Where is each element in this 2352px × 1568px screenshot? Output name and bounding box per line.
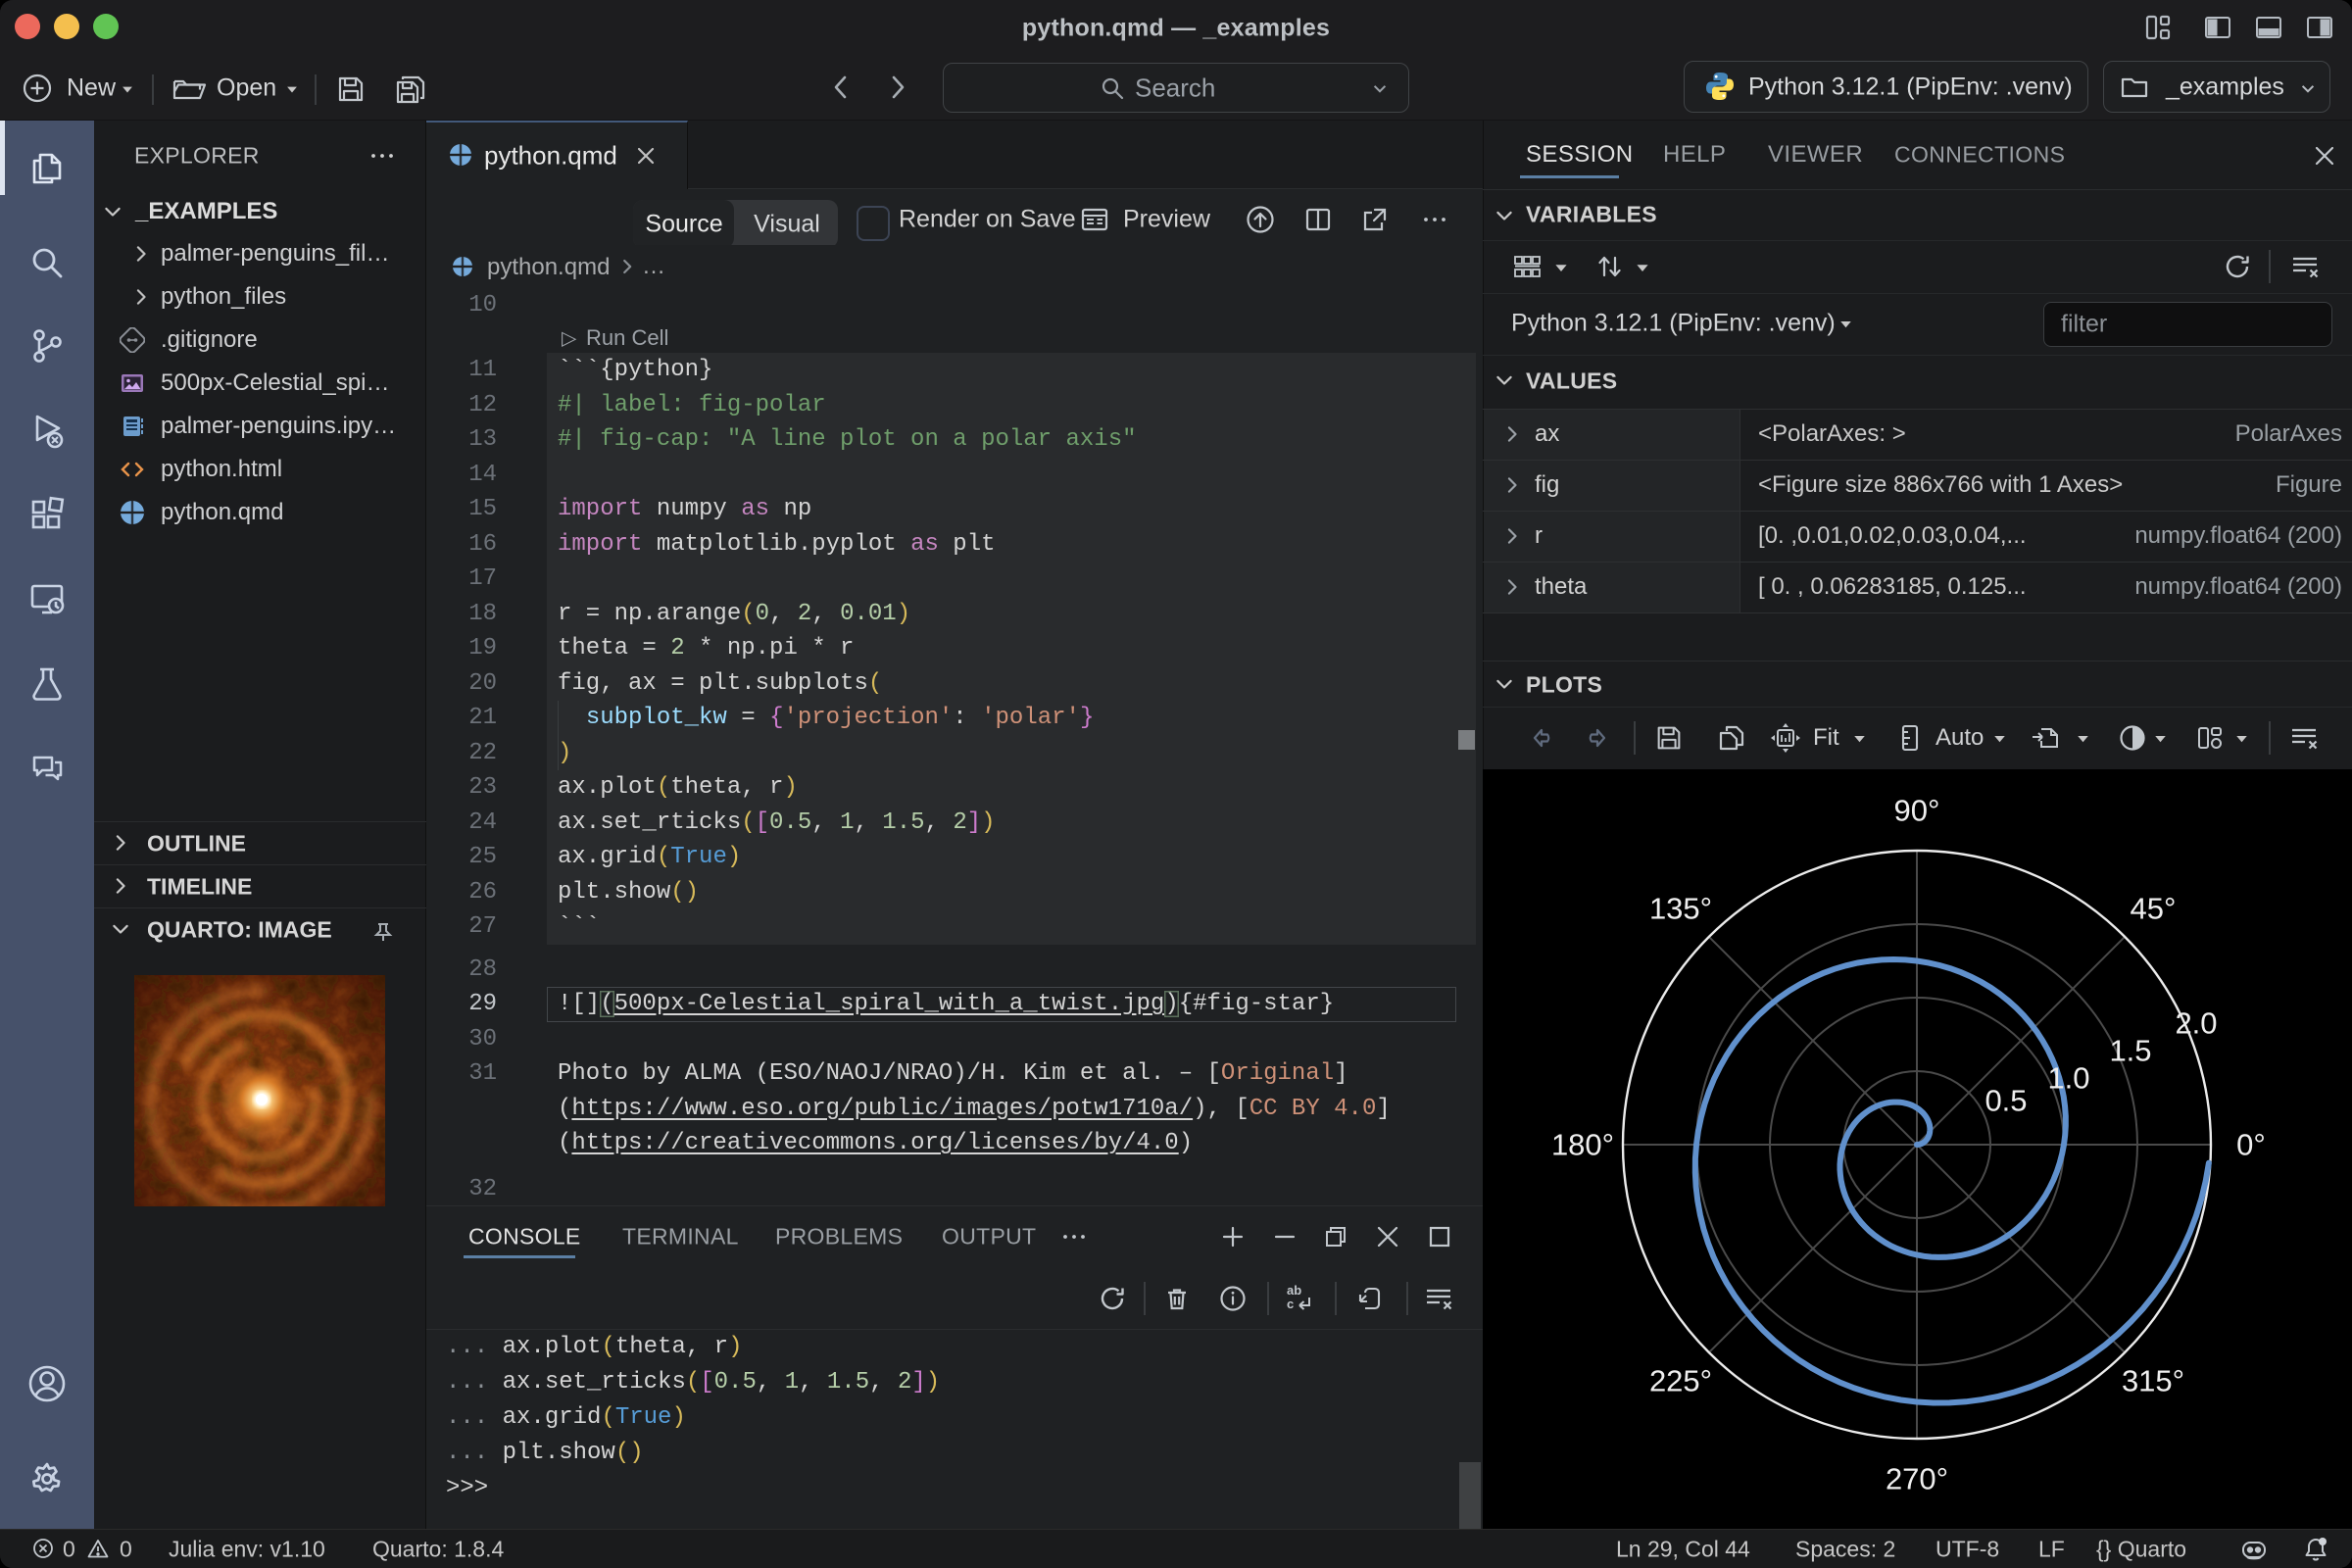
svg-text:315°: 315° bbox=[2122, 1364, 2184, 1398]
svg-text:1.0: 1.0 bbox=[2047, 1061, 2089, 1096]
svg-text:1.5: 1.5 bbox=[2109, 1034, 2151, 1068]
svg-text:0°: 0° bbox=[2236, 1128, 2266, 1162]
svg-text:45°: 45° bbox=[2131, 892, 2177, 926]
svg-text:0.5: 0.5 bbox=[1984, 1084, 2027, 1118]
svg-text:135°: 135° bbox=[1649, 892, 1712, 926]
svg-text:c: c bbox=[1287, 1297, 1294, 1311]
svg-text:270°: 270° bbox=[1886, 1462, 1948, 1496]
svg-text:90°: 90° bbox=[1894, 794, 1940, 828]
svg-text:ab: ab bbox=[1287, 1283, 1301, 1298]
svg-text:180°: 180° bbox=[1551, 1128, 1614, 1162]
svg-text:2.0: 2.0 bbox=[2175, 1006, 2217, 1041]
svg-text:225°: 225° bbox=[1649, 1364, 1712, 1398]
